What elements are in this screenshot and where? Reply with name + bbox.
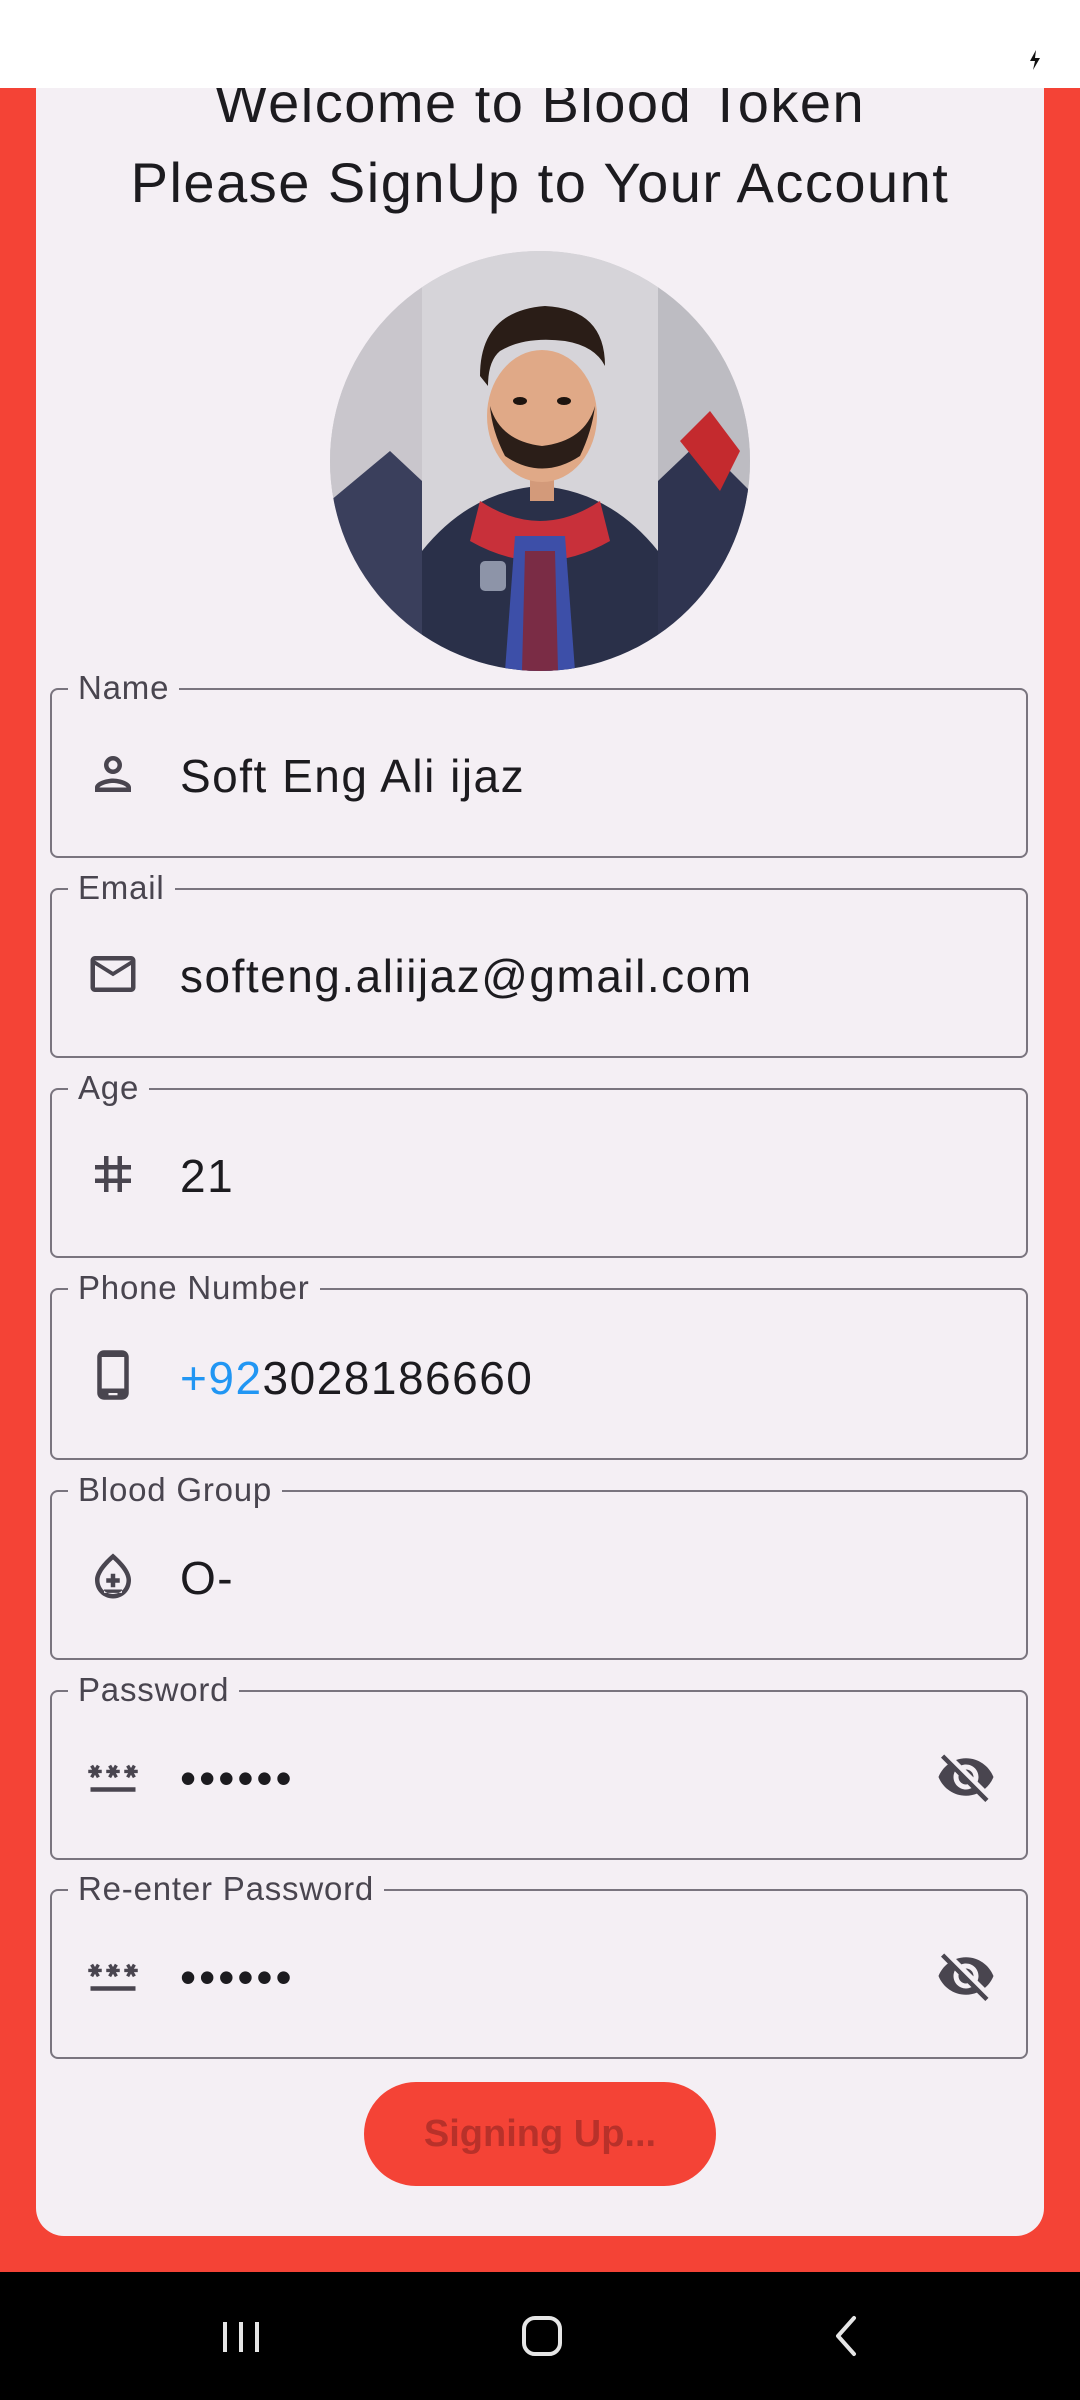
password-field[interactable]: Password •••••• — [50, 1670, 1028, 1860]
blood-group-value: O- — [180, 1552, 235, 1604]
charging-icon — [1030, 50, 1040, 70]
back-icon[interactable] — [816, 2306, 876, 2366]
password-icon — [88, 1764, 138, 1792]
hash-icon — [95, 1156, 131, 1192]
country-code: +92 — [180, 1352, 263, 1404]
welcome-subtitle: Please SignUp to Your Account — [130, 151, 950, 214]
password-icon — [88, 1963, 138, 1991]
signup-card: Welcome to Blood Token Please SignUp to … — [36, 88, 1044, 2236]
phone-value: +923028186660 — [180, 1349, 533, 1407]
blood-drop-icon — [95, 1553, 131, 1599]
signup-button[interactable]: Signing Up... — [364, 2082, 716, 2186]
welcome-title: Welcome to Blood Token — [214, 88, 866, 134]
person-icon — [95, 756, 131, 792]
reenter-password-label: Re-enter Password — [68, 1869, 385, 1909]
app-screen: Welcome to Blood Token Please SignUp to … — [0, 0, 1080, 2400]
name-value: Soft Eng Ali ijaz — [180, 750, 526, 802]
name-label: Name — [68, 668, 180, 708]
age-field[interactable]: Age 21 — [50, 1068, 1028, 1258]
email-label: Email — [68, 868, 175, 908]
recents-icon[interactable] — [211, 2306, 271, 2366]
phone-field[interactable]: Phone Number +923028186660 — [50, 1268, 1028, 1460]
password-label: Password — [68, 1670, 240, 1710]
email-value: softeng.aliijaz@gmail.com — [180, 950, 753, 1002]
blood-group-field[interactable]: Blood Group O- — [50, 1470, 1028, 1660]
profile-avatar[interactable] — [330, 251, 750, 671]
password-value: •••••• — [180, 1752, 295, 1804]
age-label: Age — [68, 1068, 150, 1108]
reenter-password-field[interactable]: Re-enter Password •••••• — [50, 1869, 1028, 2059]
phone-number: 3028186660 — [262, 1352, 534, 1404]
visibility-off-icon[interactable] — [936, 1747, 996, 1807]
email-field[interactable]: Email softeng.aliijaz@gmail.com — [50, 868, 1028, 1058]
visibility-off-icon[interactable] — [936, 1946, 996, 2006]
reenter-password-value: •••••• — [180, 1951, 295, 2003]
profile-photo — [330, 251, 750, 671]
age-value: 21 — [180, 1150, 235, 1202]
mail-icon — [90, 956, 136, 992]
home-icon[interactable] — [512, 2306, 572, 2366]
status-bar — [0, 0, 1080, 88]
navigation-bar — [0, 2272, 1080, 2400]
phone-icon — [97, 1350, 129, 1400]
blood-group-label: Blood Group — [68, 1470, 283, 1510]
name-field[interactable]: Name Soft Eng Ali ijaz — [50, 668, 1028, 858]
phone-label: Phone Number — [68, 1268, 320, 1308]
